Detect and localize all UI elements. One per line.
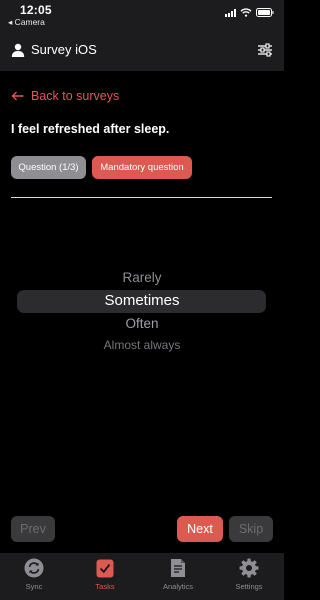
arrow-left-icon (11, 91, 24, 101)
status-time: 12:05 (20, 3, 52, 17)
battery-icon (256, 8, 274, 17)
tasks-check-icon (96, 559, 114, 578)
tab-settings-label: Settings (235, 582, 263, 591)
gear-icon (239, 558, 259, 578)
sliders-icon[interactable] (257, 43, 273, 57)
tab-bar: Sync Tasks Analytics Settings (0, 553, 284, 600)
picker-option-selected[interactable]: Sometimes (0, 292, 284, 309)
skip-button[interactable]: Skip (229, 516, 273, 542)
picker-option[interactable]: Rarely (0, 270, 284, 285)
prev-button[interactable]: Prev (11, 516, 55, 542)
picker-option[interactable]: Almost always (0, 338, 284, 352)
question-progress-badge: Question (1/3) (11, 156, 86, 179)
mandatory-badge: Mandatory question (92, 156, 192, 179)
tab-tasks-label: Tasks (95, 582, 115, 591)
document-icon (171, 559, 185, 577)
status-icons (225, 8, 274, 17)
tab-tasks[interactable]: Tasks (75, 558, 135, 591)
sync-icon (24, 558, 44, 578)
back-to-surveys-label: Back to surveys (31, 89, 120, 103)
person-icon[interactable] (11, 43, 25, 57)
divider (11, 197, 272, 198)
nav-bar: Survey iOS (0, 30, 284, 71)
signal-icon (225, 8, 236, 17)
tab-analytics[interactable]: Analytics (148, 558, 208, 591)
tab-sync-label: Sync (25, 582, 43, 591)
tab-sync[interactable]: Sync (4, 558, 64, 591)
question-text: I feel refreshed after sleep. (11, 122, 170, 136)
next-button[interactable]: Next (177, 516, 223, 542)
picker-option[interactable]: Often (0, 316, 284, 331)
tab-analytics-label: Analytics (162, 582, 193, 591)
back-to-app-link[interactable]: ◂ Camera (8, 17, 45, 28)
wifi-icon (240, 8, 252, 17)
tab-settings[interactable]: Settings (219, 558, 279, 591)
status-bar: 12:05 ◂ Camera (0, 0, 284, 30)
back-to-surveys-link[interactable]: Back to surveys (11, 89, 119, 103)
app-title: Survey iOS (31, 42, 97, 57)
